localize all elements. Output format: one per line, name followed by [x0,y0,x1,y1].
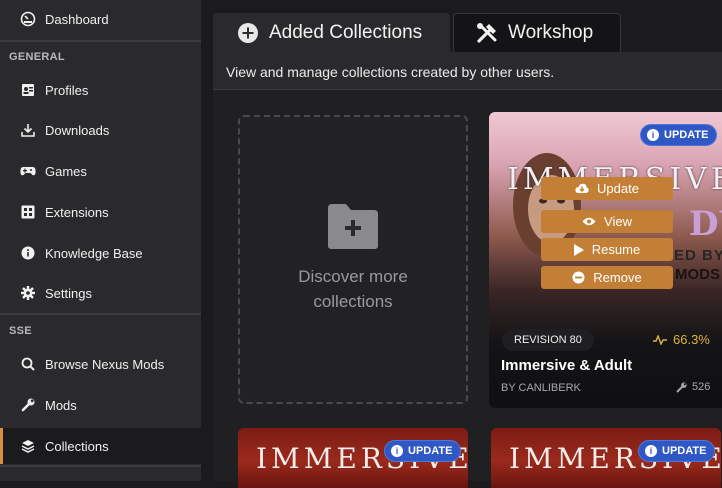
sidebar-item-profiles[interactable]: Profiles [0,72,201,108]
sidebar-item-mods[interactable]: Mods [0,387,201,423]
sidebar-item-label: Browse Nexus Mods [45,356,165,372]
section-title-sse: SSE [9,325,32,337]
collection-art-subtitle: ED BY [674,247,722,264]
plus-circle-icon [237,22,259,44]
update-badge[interactable]: i UPDATE [384,440,462,462]
info-icon: i [645,445,657,457]
mod-count-value: 526 [692,381,711,393]
info-icon: i [647,129,659,141]
download-icon [20,122,36,138]
sidebar-item-label: Collections [45,438,109,454]
update-badge[interactable]: i UPDATE [640,124,718,146]
info-icon [20,245,36,261]
tools-icon [476,22,498,44]
tab-added-collections[interactable]: Added Collections [213,13,450,52]
profiles-icon [20,82,36,98]
page-description: View and manage collections created by o… [213,52,722,90]
extensions-icon [20,204,36,220]
divider [0,40,201,42]
collection-art-subtitle: DULT [689,204,722,244]
badge-label: UPDATE [408,445,453,457]
rating-value: 66.3% [673,332,710,347]
search-icon [20,356,36,372]
pulse-icon [653,334,667,345]
tab-label: Added Collections [269,21,423,43]
sidebar-item-label: Downloads [45,122,110,138]
cloud-download-icon [575,183,589,194]
collection-card[interactable]: IMMERSIVE i UPDATE [238,428,468,488]
update-button-label: Update [597,181,639,196]
view-button[interactable]: View [541,210,673,233]
wrench-icon [20,397,36,413]
remove-button[interactable]: Remove [541,266,673,289]
update-badge[interactable]: i UPDATE [638,440,716,462]
collection-name[interactable]: Immersive & Adult [501,357,632,374]
discover-more-collections[interactable]: Discover more collections [238,115,468,404]
gear-icon [20,285,36,301]
resume-button-label: Resume [591,242,641,257]
layers-icon [20,438,36,454]
sidebar-item-settings[interactable]: Settings [0,275,201,311]
sidebar-item-downloads[interactable]: Downloads [0,112,201,148]
tab-workshop[interactable]: Workshop [453,13,621,52]
sidebar-item-label: Settings [45,285,92,301]
collection-author: BY CANLIBERK [501,382,581,394]
main-panel: Added Collections Workshop View and mana… [213,0,722,488]
tab-label: Workshop [508,22,594,43]
update-button[interactable]: Update [541,177,673,200]
success-rating: 66.3% [653,332,710,347]
gamepad-icon [20,163,36,179]
tab-bar: Added Collections Workshop [213,0,722,52]
sidebar-item-knowledge-base[interactable]: Knowledge Base [0,235,201,271]
sidebar-item-dashboard[interactable]: Dashboard [0,1,201,37]
sidebar-item-label: Dashboard [45,11,109,27]
gutter [201,0,213,481]
sidebar-item-label: Mods [45,397,77,413]
sidebar-item-browse-nexus-mods[interactable]: Browse Nexus Mods [0,346,201,382]
sidebar: Dashboard GENERAL Profiles Downloads Gam… [0,0,201,481]
wrench-icon [676,381,687,393]
info-icon: i [391,445,403,457]
divider [0,465,201,467]
eye-icon [582,217,596,226]
collection-card[interactable]: IMMERSIVE i UPDATE [491,428,721,488]
sidebar-item-collections[interactable]: Collections [0,428,201,464]
section-title-general: GENERAL [9,51,65,63]
sidebar-item-games[interactable]: Games [0,153,201,189]
sidebar-item-label: Games [45,163,87,179]
remove-button-label: Remove [593,270,642,285]
dashboard-icon [20,11,36,27]
revision-badge: REVISION 80 [502,329,594,351]
collection-art-subtitle: MODS [675,266,720,283]
sidebar-item-label: Profiles [45,82,89,98]
resume-button[interactable]: Resume [541,238,673,261]
collection-card[interactable]: IMMERSIVE DULT ED BY MODS i UPDATE Updat… [489,112,722,408]
divider [0,313,201,315]
active-indicator [0,428,3,464]
sidebar-item-extensions[interactable]: Extensions [0,194,201,230]
badge-label: UPDATE [662,445,707,457]
sidebar-item-label: Extensions [45,204,109,220]
play-icon [573,243,584,256]
folder-plus-icon [326,202,380,250]
mod-count: 526 [676,381,710,393]
minus-circle-icon [572,271,585,284]
view-button-label: View [604,214,632,229]
sidebar-item-label: Knowledge Base [45,245,143,261]
badge-label: UPDATE [664,129,709,141]
discover-text: Discover more collections [298,267,408,311]
